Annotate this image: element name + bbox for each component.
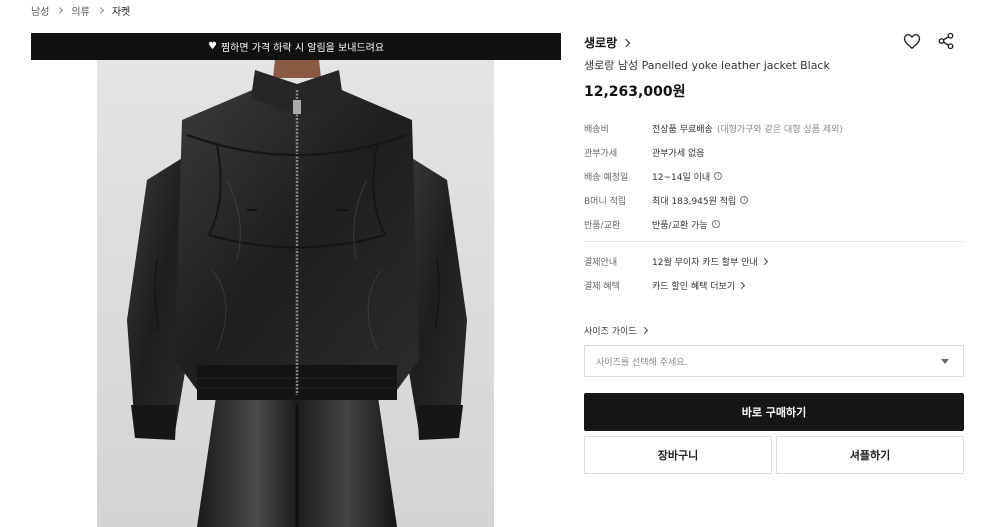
caret-down-icon — [941, 358, 949, 364]
wishlist-price-alert-banner[interactable]: ♥ 찜하면 가격 하락 시 알림을 보내드려요 — [31, 33, 561, 60]
chevron-right-icon — [760, 257, 768, 265]
heart-icon: ♥ — [207, 41, 217, 52]
detail-row-payment-info: 결제안내 12월 무이자 카드 할부 안내 — [584, 249, 964, 273]
chevron-right-icon — [96, 6, 104, 15]
detail-label: B머니 적립 — [584, 196, 627, 207]
heart-outline-icon — [903, 33, 921, 49]
brand-link[interactable]: 생로랑 — [584, 34, 631, 51]
detail-row-delivery-estimate: 배송 예정일 12~14일 이내 i — [584, 164, 964, 188]
installment-info-link[interactable]: 12월 무이자 카드 할부 안내 — [652, 255, 768, 268]
detail-label: 결제안내 — [584, 257, 618, 268]
detail-value: 12~14일 이내 — [652, 172, 711, 183]
add-to-cart-button[interactable]: 장바구니 — [584, 436, 772, 474]
chevron-right-icon — [621, 38, 631, 47]
breadcrumb-item-jacket[interactable]: 자켓 — [112, 3, 130, 18]
leather-jacket-illustration — [97, 60, 494, 527]
banner-text: 찜하면 가격 하락 시 알림을 보내드려요 — [220, 43, 385, 54]
detail-value: 반품/교환 가능 — [652, 220, 708, 231]
product-price: 12,263,000원 — [584, 84, 686, 100]
product-name: 생로랑 남성 Panelled yoke leather jacket Blac… — [584, 59, 830, 72]
size-select-placeholder: 사이즈를 선택해 주세요. — [596, 357, 688, 368]
detail-value: 관부가세 없음 — [652, 148, 705, 159]
info-icon[interactable]: i — [714, 172, 723, 180]
chevron-right-icon — [56, 6, 64, 15]
detail-value: 전상품 무료배송 — [652, 124, 713, 135]
brand-name: 생로랑 — [584, 36, 618, 50]
detail-note: (대형가구와 같은 대형 상품 제외) — [716, 124, 843, 135]
divider — [584, 241, 964, 242]
detail-value: 카드 할인 혜택 더보기 — [652, 281, 736, 292]
breadcrumb: 남성 의류 자켓 — [31, 3, 130, 18]
size-guide-link[interactable]: 사이즈 가이드 — [584, 324, 648, 337]
detail-label: 배송 예정일 — [584, 172, 629, 183]
shipping-details: 배송비 전상품 무료배송 (대형가구와 같은 대형 상품 제외) 관부가세 관부… — [584, 116, 964, 236]
detail-label: 결제 혜택 — [584, 281, 620, 292]
share-icon — [938, 32, 954, 50]
share-button[interactable] — [936, 31, 956, 51]
detail-row-points: B머니 적립 최대 183,945원 적립 i — [584, 188, 964, 212]
chevron-right-icon — [738, 281, 746, 289]
info-icon[interactable]: i — [740, 196, 749, 204]
chevron-right-icon — [640, 326, 648, 335]
shuffle-button[interactable]: 셔플하기 — [776, 436, 964, 474]
product-image[interactable] — [97, 60, 494, 527]
payment-details: 결제안내 12월 무이자 카드 할부 안내 결제 혜택 카드 할인 혜택 더보기 — [584, 249, 964, 297]
detail-row-shipping-fee: 배송비 전상품 무료배송 (대형가구와 같은 대형 상품 제외) — [584, 116, 964, 140]
detail-row-returns: 반품/교환 반품/교환 가능 i — [584, 212, 964, 236]
info-icon[interactable]: i — [711, 220, 720, 228]
detail-label: 반품/교환 — [584, 220, 621, 231]
buy-now-button[interactable]: 바로 구매하기 — [584, 393, 964, 431]
detail-row-payment-benefit: 결제 혜택 카드 할인 혜택 더보기 — [584, 273, 964, 297]
detail-row-customs-tax: 관부가세 관부가세 없음 — [584, 140, 964, 164]
detail-label: 배송비 — [584, 124, 609, 135]
product-actions — [902, 31, 956, 51]
size-select[interactable]: 사이즈를 선택해 주세요. — [584, 345, 964, 377]
detail-value: 최대 183,945원 적립 — [652, 196, 737, 207]
size-guide-label: 사이즈 가이드 — [584, 327, 637, 337]
card-benefit-link[interactable]: 카드 할인 혜택 더보기 — [652, 279, 746, 292]
breadcrumb-item-men[interactable]: 남성 — [31, 3, 49, 18]
breadcrumb-item-clothing[interactable]: 의류 — [71, 3, 89, 18]
wishlist-button[interactable] — [902, 31, 922, 51]
detail-value: 12월 무이자 카드 할부 안내 — [652, 257, 758, 268]
detail-label: 관부가세 — [584, 148, 618, 159]
